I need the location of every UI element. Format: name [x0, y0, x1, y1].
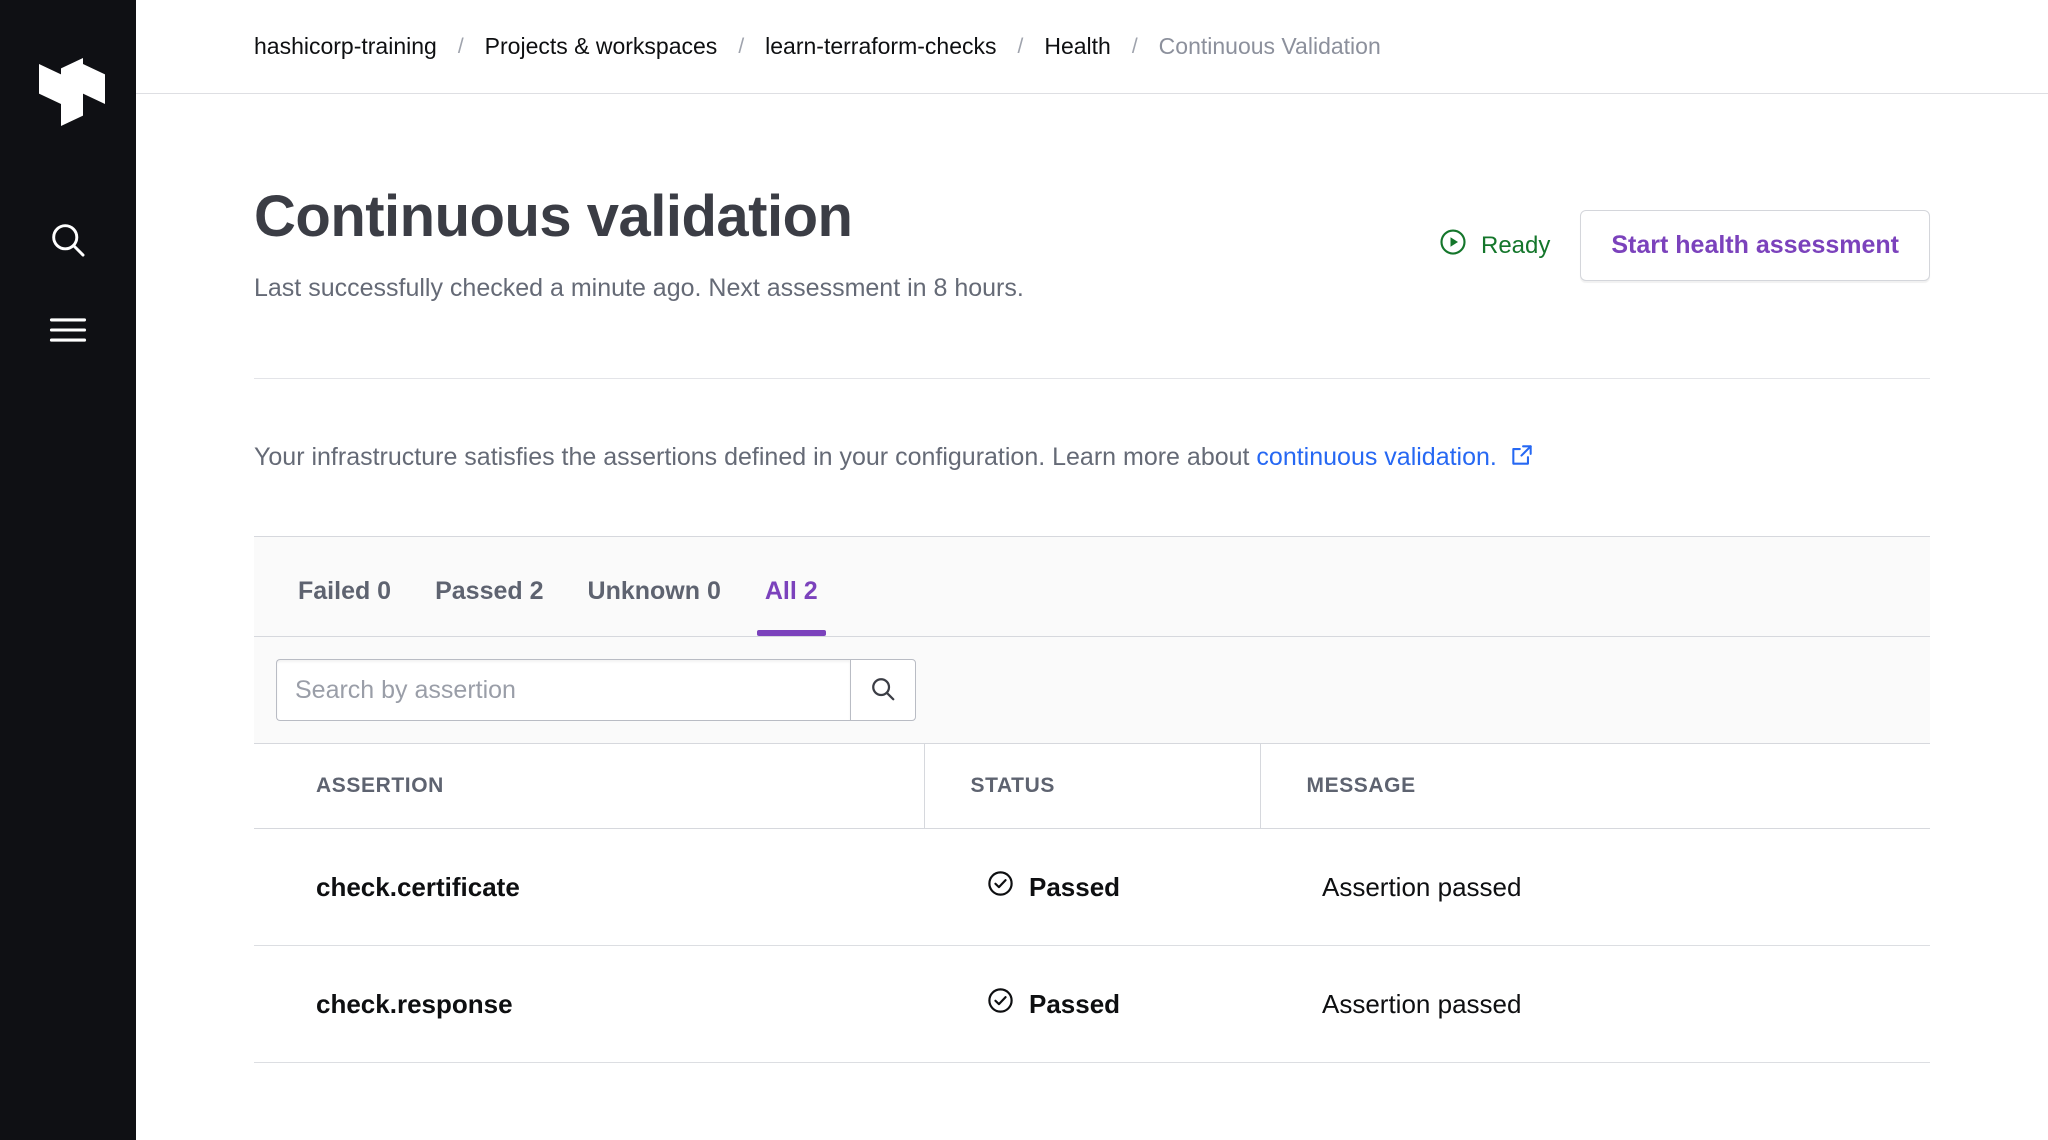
cell-message: Assertion passed: [1260, 828, 1930, 947]
page-header-actions: Ready Start health assessment: [1438, 186, 1930, 281]
tab-all[interactable]: All 2: [743, 577, 840, 637]
breadcrumb: hashicorp-training / Projects & workspac…: [254, 33, 1381, 60]
assertions-card: Failed 0 Passed 2 Unknown 0 All 2 Search…: [254, 536, 1930, 1064]
status-badge-label: Ready: [1481, 231, 1551, 259]
check-circle-icon: [986, 986, 1015, 1022]
info-message-text: Your infrastructure satisfies the assert…: [254, 443, 1257, 472]
page-content: Continuous validation Last successfully …: [136, 94, 2048, 1064]
table-row[interactable]: check.certificate Passed Assertion passe…: [254, 828, 1930, 947]
cell-status: Passed: [924, 828, 1260, 947]
column-header-assertion: ASSERTION: [254, 744, 924, 830]
start-health-assessment-button[interactable]: Start health assessment: [1580, 210, 1930, 281]
page-header: Continuous validation Last successfully …: [254, 94, 1930, 306]
breadcrumb-item-current: Continuous Validation: [1158, 33, 1381, 59]
search-submit-button[interactable]: [850, 659, 916, 722]
tab-failed[interactable]: Failed 0: [276, 577, 413, 636]
breadcrumb-item-3[interactable]: Health: [1044, 33, 1110, 60]
continuous-validation-link[interactable]: continuous validation.: [1256, 443, 1496, 471]
left-sidebar: [0, 0, 136, 1140]
table-row[interactable]: check.response Passed Assertion passed: [254, 945, 1930, 1064]
check-circle-icon: [986, 869, 1015, 905]
cell-assertion: check.certificate: [254, 828, 924, 947]
breadcrumb-bar: hashicorp-training / Projects & workspac…: [136, 0, 2048, 94]
main-area: hashicorp-training / Projects & workspac…: [136, 0, 2048, 1140]
app-root: hashicorp-training / Projects & workspac…: [0, 0, 2048, 1140]
search-group: [276, 659, 916, 722]
breadcrumb-item-0[interactable]: hashicorp-training: [254, 33, 437, 60]
column-header-status: STATUS: [923, 744, 1260, 830]
status-label: Passed: [1029, 871, 1121, 902]
page-title: Continuous validation: [254, 184, 853, 249]
breadcrumb-separator: /: [1017, 34, 1024, 58]
breadcrumb-item-1[interactable]: Projects & workspaces: [485, 33, 718, 60]
breadcrumb-separator: /: [1131, 34, 1138, 58]
menu-icon[interactable]: [36, 298, 100, 362]
header-divider: [254, 378, 1930, 380]
search-input[interactable]: [276, 659, 850, 722]
play-circle-icon: [1438, 227, 1468, 264]
assertions-table: ASSERTION STATUS MESSAGE check.certifica…: [254, 744, 1930, 1064]
status-label: Passed: [1029, 988, 1121, 1019]
cell-status: Passed: [924, 945, 1260, 1064]
search-icon[interactable]: [36, 208, 100, 272]
column-header-message: MESSAGE: [1259, 744, 1930, 830]
external-link-icon[interactable]: [1509, 442, 1535, 478]
filter-tabs: Failed 0 Passed 2 Unknown 0 All 2: [254, 537, 1930, 638]
tab-unknown[interactable]: Unknown 0: [566, 577, 743, 636]
info-message: Your infrastructure satisfies the assert…: [254, 439, 1930, 478]
breadcrumb-separator: /: [738, 34, 745, 58]
breadcrumb-separator: /: [457, 34, 464, 58]
search-bar: [254, 637, 1930, 745]
tab-passed[interactable]: Passed 2: [413, 577, 565, 636]
page-header-text: Continuous validation Last successfully …: [254, 184, 1024, 306]
page-subtitle: Last successfully checked a minute ago. …: [254, 273, 1024, 302]
search-icon: [868, 674, 898, 707]
cell-message: Assertion passed: [1260, 945, 1930, 1064]
table-header-row: ASSERTION STATUS MESSAGE: [254, 744, 1930, 830]
terraform-logo[interactable]: [39, 58, 105, 126]
breadcrumb-item-2[interactable]: learn-terraform-checks: [765, 33, 996, 60]
cell-assertion: check.response: [254, 945, 924, 1064]
status-badge: Ready: [1438, 227, 1550, 264]
